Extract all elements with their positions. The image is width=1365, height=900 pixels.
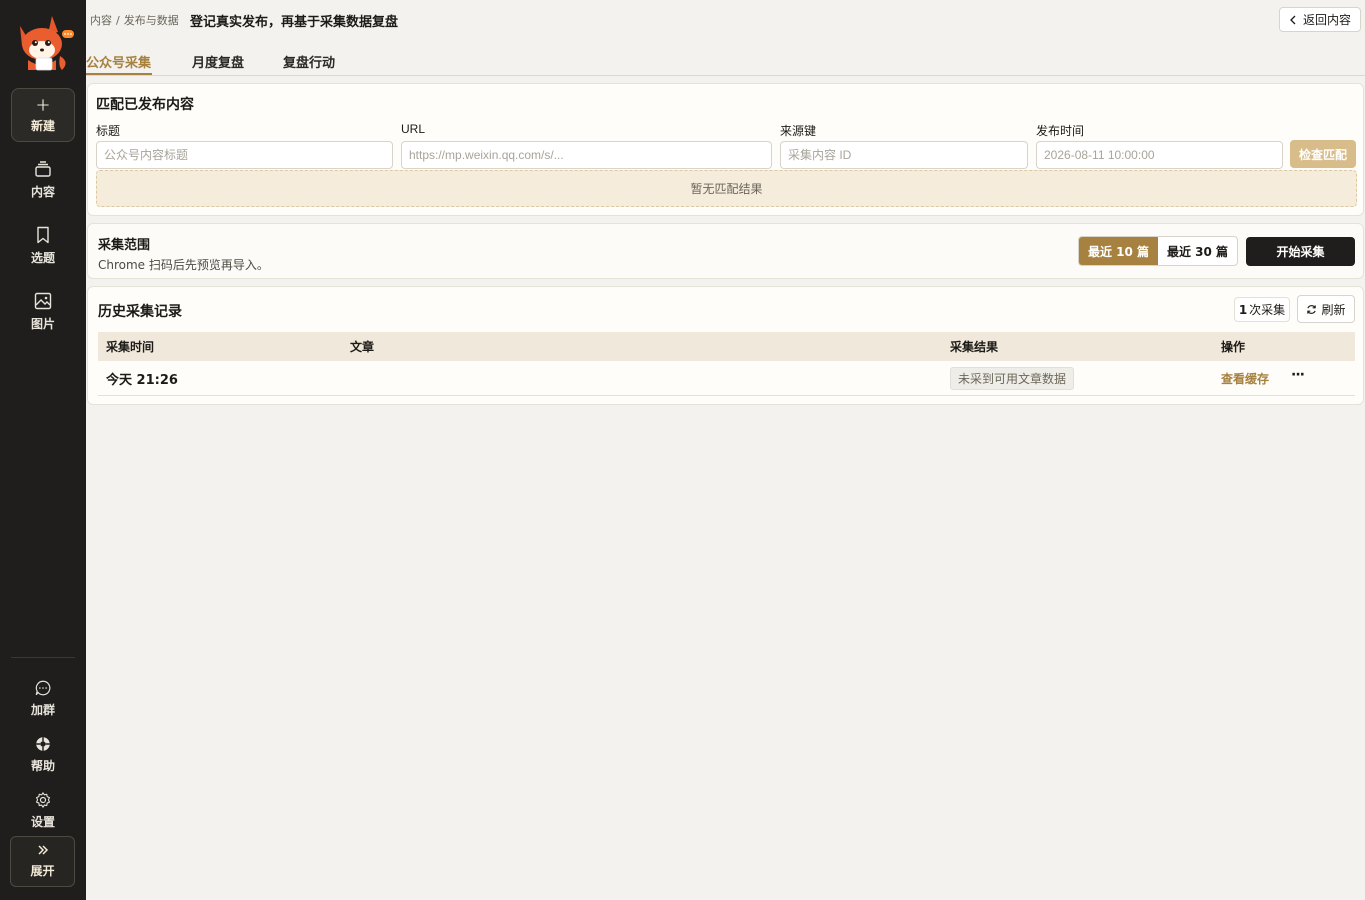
fox-logo-icon[interactable]: [12, 12, 74, 74]
image-icon: [34, 292, 52, 309]
row-result-badge: 未采到可用文章数据: [950, 366, 1075, 390]
tab-monthly-review[interactable]: 月度复盘: [192, 52, 244, 71]
history-card: 历史采集记录 1 次采集 刷新 采集时间 文章 采集结果 操作 今天 21:26 …: [87, 286, 1364, 405]
page-title: 登记真实发布，再基于采集数据复盘: [190, 15, 399, 30]
sidebar-item-label: 选题: [30, 250, 55, 265]
scope-description: Chrome 扫码后先预览再导入。: [98, 258, 269, 272]
help-icon: [36, 736, 50, 751]
sidebar-bottom: 加群 帮助 设置: [0, 666, 86, 834]
gear-icon: [35, 791, 51, 808]
sidebar: 新建 内容 选题 图片 加群 帮助 设置 展开: [0, 0, 86, 900]
expand-label: 展开: [30, 864, 55, 878]
breadcrumb-separator: /: [116, 14, 120, 27]
url-input[interactable]: [401, 141, 772, 169]
scope-segmented-control: 最近 10 篇 最近 30 篇: [1078, 236, 1238, 266]
sidebar-item-images[interactable]: 图片: [11, 282, 75, 340]
breadcrumb-item-publish[interactable]: 发布与数据: [124, 14, 179, 27]
refresh-button[interactable]: 刷新: [1297, 295, 1355, 323]
match-card-title: 匹配已发布内容: [96, 97, 194, 113]
column-header-action: 操作: [1221, 340, 1246, 354]
scope-option-recent-30[interactable]: 最近 30 篇: [1158, 237, 1237, 265]
table-row: 今天 21:26 未采到可用文章数据 查看缓存 ···: [98, 361, 1355, 396]
collect-count-badge: 1 次采集: [1234, 297, 1290, 322]
sidebar-item-label: 图片: [30, 316, 55, 331]
sidebar-item-help[interactable]: 帮助: [11, 730, 75, 778]
tab-review-actions[interactable]: 复盘行动: [283, 52, 335, 71]
refresh-label: 刷新: [1321, 302, 1346, 317]
column-header-result: 采集结果: [950, 340, 999, 354]
row-time: 今天 21:26: [106, 372, 178, 388]
history-title: 历史采集记录: [98, 304, 182, 320]
sidebar-item-topics[interactable]: 选题: [11, 216, 75, 274]
collect-count-suffix: 次采集: [1249, 303, 1286, 317]
column-header-time: 采集时间: [106, 340, 155, 354]
table-header: 采集时间 文章 采集结果 操作: [98, 332, 1355, 361]
page-header: 内容 / 发布与数据 登记真实发布，再基于采集数据复盘 返回内容: [86, 0, 1365, 40]
scope-title: 采集范围: [98, 238, 151, 253]
start-collect-button[interactable]: 开始采集: [1246, 237, 1355, 266]
double-chevron-right-icon: [37, 845, 48, 855]
title-field-label: 标题: [96, 124, 121, 138]
back-to-content-button[interactable]: 返回内容: [1279, 7, 1361, 32]
publish-time-field-label: 发布时间: [1036, 124, 1085, 138]
chat-icon: [35, 680, 51, 695]
history-table: 采集时间 文章 采集结果 操作 今天 21:26 未采到可用文章数据 查看缓存 …: [98, 332, 1355, 396]
expand-sidebar-button[interactable]: 展开: [10, 836, 75, 887]
breadcrumb-item-content[interactable]: 内容: [90, 14, 112, 27]
publish-time-input[interactable]: [1036, 141, 1283, 169]
more-actions-icon[interactable]: ···: [1291, 367, 1305, 383]
sidebar-item-join-group[interactable]: 加群: [11, 674, 75, 722]
refresh-icon: [1307, 304, 1317, 314]
active-tab-indicator: [86, 73, 152, 75]
column-header-article: 文章: [350, 340, 375, 354]
view-cache-link[interactable]: 查看缓存: [1221, 370, 1269, 387]
layers-icon: [35, 160, 51, 177]
scope-option-recent-10[interactable]: 最近 10 篇: [1079, 237, 1158, 265]
new-button[interactable]: 新建: [11, 88, 75, 142]
tab-wechat-collect[interactable]: 公众号采集: [86, 52, 151, 71]
breadcrumb: 内容 / 发布与数据: [90, 12, 179, 28]
source-key-field-label: 来源键: [780, 124, 817, 138]
sidebar-item-label: 设置: [30, 814, 55, 829]
sidebar-item-content[interactable]: 内容: [11, 150, 75, 208]
collect-count: 1: [1238, 302, 1248, 317]
bookmark-icon: [37, 226, 49, 243]
url-field-label: URL: [401, 122, 426, 136]
collect-scope-card: 采集范围 Chrome 扫码后先预览再导入。 最近 10 篇 最近 30 篇 开…: [87, 223, 1364, 279]
sidebar-item-label: 加群: [30, 702, 55, 717]
sidebar-item-label: 内容: [30, 184, 55, 199]
match-empty-state: 暂无匹配结果: [96, 170, 1357, 207]
tab-bar: 公众号采集 月度复盘 复盘行动: [86, 44, 1365, 76]
back-button-label: 返回内容: [1302, 13, 1351, 27]
sidebar-item-label: 帮助: [30, 758, 55, 773]
sidebar-item-settings[interactable]: 设置: [11, 786, 75, 834]
plus-icon: [37, 98, 49, 111]
chevron-left-icon: [1290, 15, 1296, 24]
title-input[interactable]: [96, 141, 393, 169]
match-published-card: 匹配已发布内容 标题 URL 来源键 发布时间 检查匹配 暂无匹配结果: [87, 83, 1364, 216]
source-key-input[interactable]: [780, 141, 1028, 169]
check-match-button[interactable]: 检查匹配: [1290, 140, 1356, 168]
sidebar-divider: [11, 657, 75, 658]
new-button-label: 新建: [30, 118, 55, 133]
